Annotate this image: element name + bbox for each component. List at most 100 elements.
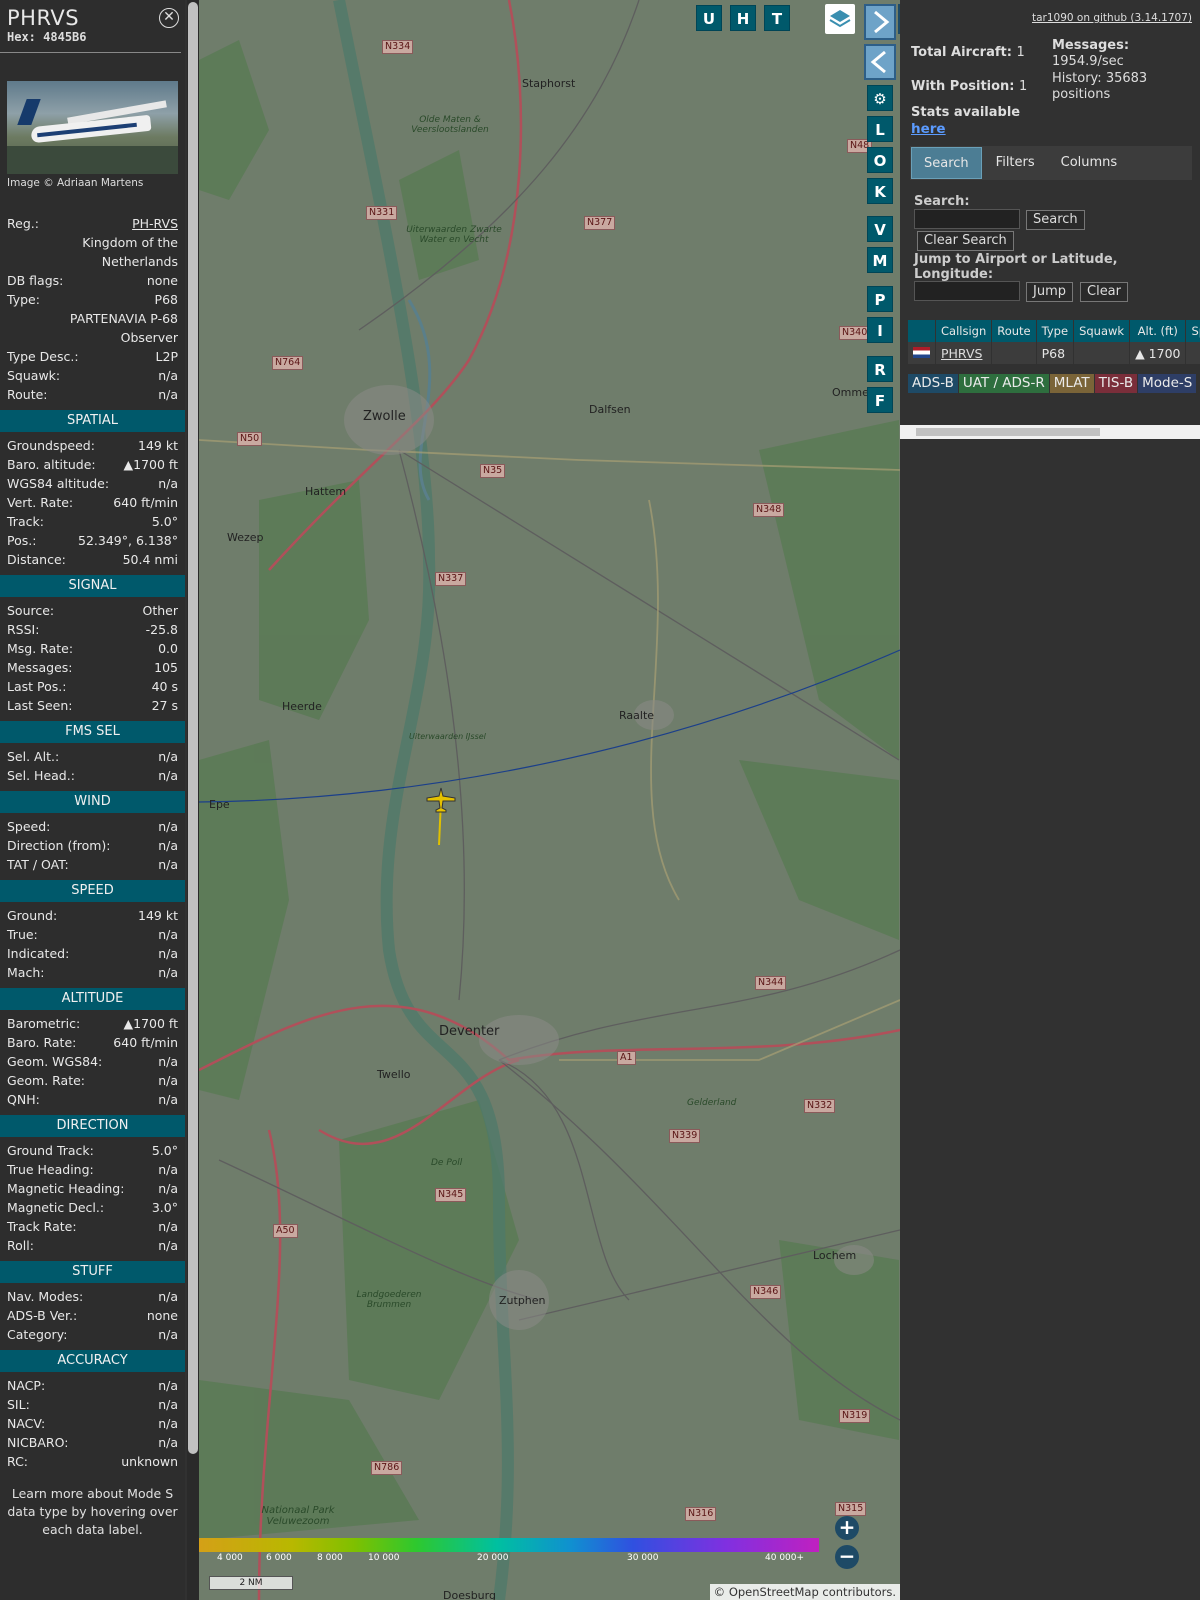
magnetic-heading-label[interactable]: Magnetic Heading: [7, 1179, 124, 1198]
tat-oat-label[interactable]: TAT / OAT: [7, 855, 69, 874]
table-row[interactable]: PHRVS P68 ▲ 1700 [908, 342, 1200, 364]
zoom-out-icon[interactable]: − [835, 1545, 859, 1569]
detail-row: NICBARO: n/a [0, 1433, 185, 1452]
settings-gear-icon[interactable]: ⚙ [867, 85, 893, 111]
col-squawk[interactable]: Squawk [1073, 320, 1131, 342]
layers-icon[interactable] [825, 4, 855, 34]
true-heading-label[interactable]: True Heading: [7, 1160, 94, 1179]
toggle-r-button[interactable]: R [867, 356, 893, 382]
search-input[interactable] [914, 209, 1020, 229]
col-type[interactable]: Type [1036, 320, 1075, 342]
col-alt-ft[interactable]: Alt. (ft) [1129, 320, 1187, 342]
toggle-v-button[interactable]: V [867, 216, 893, 242]
sil-label[interactable]: SIL: [7, 1395, 30, 1414]
wgs84-altitude-label[interactable]: WGS84 altitude: [7, 474, 109, 493]
scale-bar: 2 NM [209, 1576, 293, 1590]
direction-from-label[interactable]: Direction (from): [7, 836, 111, 855]
map-view[interactable]: Staphorst Zwolle Dalfsen Hattem Wezep Heerde R… [199, 0, 900, 1600]
messages-label[interactable]: Messages: [7, 658, 73, 677]
aircraft-photo[interactable] [7, 81, 178, 174]
true-label[interactable]: True: [7, 925, 38, 944]
groundspeed-label[interactable]: Groundspeed: [7, 436, 95, 455]
rc-label[interactable]: RC: [7, 1452, 28, 1471]
detail-row: SIL: n/a [0, 1395, 185, 1414]
qnh-label[interactable]: QNH: [7, 1090, 40, 1109]
barometric-label[interactable]: Barometric: [7, 1014, 80, 1033]
ads-b-ver-value: none [146, 1308, 178, 1323]
speed-label[interactable]: Speed: [7, 817, 50, 836]
tab-filters[interactable]: Filters [984, 147, 1047, 179]
last-pos-value: 40 s [151, 679, 178, 694]
jump-input[interactable] [914, 281, 1020, 301]
baro-altitude-label[interactable]: Baro. altitude: [7, 455, 96, 474]
col-route[interactable]: Route [991, 320, 1037, 342]
callsign-cell[interactable]: PHRVS [935, 342, 993, 364]
source-label[interactable]: Source: [7, 601, 54, 620]
callsign-link[interactable]: PHRVS [941, 346, 982, 361]
msg-rate-label[interactable]: Msg. Rate: [7, 639, 73, 658]
clear-search-button[interactable]: Clear Search [917, 231, 1014, 251]
toggle-p-button[interactable]: P [867, 286, 893, 312]
rssi-label[interactable]: RSSI: [7, 620, 39, 639]
col-spd[interactable]: Spd [1185, 320, 1200, 342]
toggle-t-button[interactable]: T [764, 5, 790, 31]
next-aircraft-icon[interactable] [864, 4, 896, 40]
last-seen-label[interactable]: Last Seen: [7, 696, 72, 715]
clear-button[interactable]: Clear [1080, 282, 1128, 302]
toggle-u-button[interactable]: U [696, 5, 722, 31]
pos-label[interactable]: Pos.: [7, 531, 36, 550]
stats-link[interactable]: here [911, 121, 946, 137]
nacv-label[interactable]: NACV: [7, 1414, 45, 1433]
toggle-m-button[interactable]: M [867, 247, 893, 273]
prev-aircraft-icon[interactable] [864, 44, 896, 80]
search-button[interactable]: Search [1026, 210, 1085, 230]
magnetic-decl-label[interactable]: Magnetic Decl.: [7, 1198, 104, 1217]
track-label[interactable]: Track: [7, 512, 44, 531]
toggle-i-button[interactable]: I [867, 317, 893, 343]
tab-search[interactable]: Search [911, 147, 982, 179]
ground-track-label[interactable]: Ground Track: [7, 1141, 94, 1160]
scrollbar-thumb[interactable] [916, 428, 1100, 436]
col-flag[interactable] [908, 320, 936, 342]
table-horizontal-scrollbar[interactable] [900, 425, 1200, 439]
map-canvas[interactable] [199, 0, 900, 1600]
baro-rate-label[interactable]: Baro. Rate: [7, 1033, 76, 1052]
detail-row: True Heading: n/a [0, 1160, 185, 1179]
close-icon[interactable]: ✕ [159, 8, 179, 28]
detail-row: Geom. Rate: n/a [0, 1071, 185, 1090]
place-twello: Twello [377, 1068, 411, 1081]
info-row: Reg.: PH-RVS [0, 214, 185, 233]
vert-rate-label[interactable]: Vert. Rate: [7, 493, 73, 512]
last-pos-label[interactable]: Last Pos.: [7, 677, 66, 696]
distance-label[interactable]: Distance: [7, 550, 66, 569]
toggle-l-button[interactable]: L [867, 116, 893, 142]
col-callsign[interactable]: Callsign [935, 320, 993, 342]
toggle-f-button[interactable]: F [867, 387, 893, 413]
detail-row: Mach: n/a [0, 963, 185, 982]
toggle-o-button[interactable]: O [867, 147, 893, 173]
sel-head-label[interactable]: Sel. Head.: [7, 766, 75, 785]
category-label[interactable]: Category: [7, 1325, 67, 1344]
nacp-label[interactable]: NACP: [7, 1376, 45, 1395]
zoom-in-icon[interactable]: + [835, 1516, 859, 1540]
nav-modes-label[interactable]: Nav. Modes: [7, 1287, 83, 1306]
toggle-k-button[interactable]: K [867, 178, 893, 204]
scrollbar-thumb[interactable] [188, 2, 198, 1454]
registration-link[interactable]: PH-RVS [132, 214, 178, 233]
jump-button[interactable]: Jump [1026, 282, 1073, 302]
toggle-h-button[interactable]: H [730, 5, 756, 31]
indicated-label[interactable]: Indicated: [7, 944, 69, 963]
tab-columns[interactable]: Columns [1049, 147, 1130, 179]
roll-label[interactable]: Roll: [7, 1236, 34, 1255]
ads-b-ver-label[interactable]: ADS-B Ver.: [7, 1306, 77, 1325]
sel-alt-label[interactable]: Sel. Alt.: [7, 747, 59, 766]
track-rate-label[interactable]: Track Rate: [7, 1217, 77, 1236]
ground-label[interactable]: Ground: [7, 906, 57, 925]
mach-label[interactable]: Mach: [7, 963, 44, 982]
geom-wgs84-label[interactable]: Geom. WGS84: [7, 1052, 102, 1071]
sidebar-scrollbar[interactable] [187, 0, 199, 1600]
github-link[interactable]: tar1090 on github (3.14.1707) [1032, 12, 1192, 24]
nicbaro-label[interactable]: NICBARO: [7, 1433, 68, 1452]
geom-rate-label[interactable]: Geom. Rate: [7, 1071, 85, 1090]
map-attribution[interactable]: © OpenStreetMap contributors. [709, 1584, 900, 1600]
